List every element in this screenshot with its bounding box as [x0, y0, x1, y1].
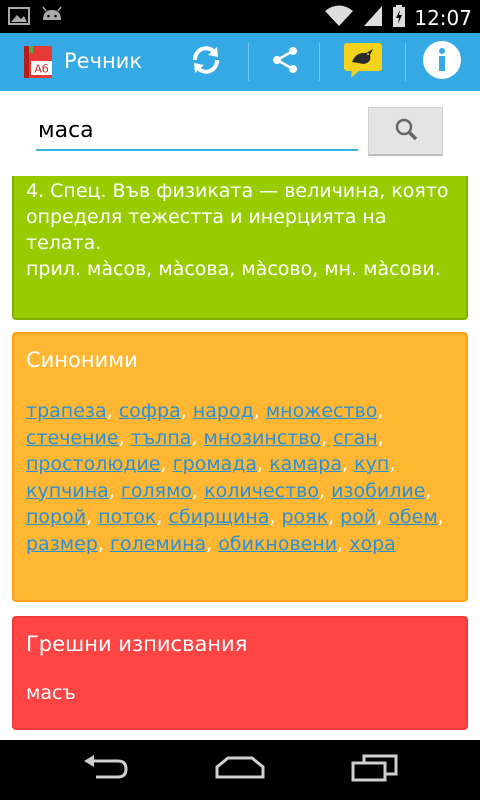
misspellings-card: Грешни изписвания масъ	[12, 616, 468, 730]
synonym-link[interactable]: поток	[98, 506, 156, 528]
refresh-button[interactable]	[174, 33, 238, 91]
search-input[interactable]	[36, 112, 360, 148]
synonym-separator: ,	[269, 506, 282, 528]
synonym-separator: ,	[192, 479, 205, 502]
recent-apps-icon	[350, 754, 398, 786]
synonym-separator: ,	[108, 479, 121, 502]
synonym-link[interactable]: мнозинство	[203, 427, 321, 449]
synonym-link[interactable]: размер	[26, 533, 98, 555]
recent-apps-button[interactable]	[334, 750, 414, 790]
bird-chat-button[interactable]	[331, 33, 395, 91]
synonyms-list: трапеза, софра, народ, множество, стечен…	[26, 398, 454, 557]
synonym-separator: ,	[156, 506, 169, 528]
synonym-link[interactable]: сган	[333, 427, 378, 449]
synonym-link[interactable]: стечение	[26, 427, 119, 449]
synonym-separator: ,	[253, 400, 266, 422]
synonym-separator: ,	[389, 453, 396, 475]
action-separator	[319, 43, 320, 81]
synonyms-title: Синоними	[26, 348, 138, 372]
synonym-link[interactable]: камара	[269, 453, 342, 475]
image-icon	[8, 6, 30, 30]
results-scroll[interactable]: 4. Спец. Във физиката — величина, която …	[0, 176, 480, 740]
clock: 12:07	[414, 6, 472, 30]
definition-forms: прил. мàсов, мàсова, мàсово, мн. мàсови.	[26, 258, 441, 280]
synonym-link[interactable]: големина	[110, 533, 206, 555]
synonym-separator: ,	[337, 532, 350, 555]
synonym-separator: ,	[425, 479, 432, 502]
battery-charging-icon	[392, 4, 406, 32]
info-icon	[421, 39, 463, 85]
search-button[interactable]	[368, 107, 443, 156]
search-underline	[36, 149, 358, 151]
synonym-separator: ,	[321, 426, 334, 449]
synonym-separator: ,	[376, 506, 389, 528]
synonym-link[interactable]: хора	[349, 533, 396, 555]
synonym-link[interactable]: громада	[173, 453, 257, 475]
synonym-separator: ,	[86, 506, 99, 528]
synonym-link[interactable]: обем	[388, 506, 437, 528]
refresh-icon	[189, 43, 223, 81]
home-icon	[214, 755, 266, 785]
wifi-icon	[324, 4, 354, 32]
synonym-link[interactable]: трапеза	[26, 400, 107, 422]
synonym-link[interactable]: множество	[266, 400, 378, 422]
definition-card: 4. Спец. Във физиката — величина, която …	[12, 176, 468, 320]
synonym-separator: ,	[342, 453, 355, 475]
synonym-link[interactable]: изобилие	[331, 480, 425, 502]
action-separator	[248, 43, 249, 81]
action-separator	[405, 43, 406, 81]
synonym-link[interactable]: количество	[204, 480, 319, 502]
misspellings-title: Грешни изписвания	[26, 632, 248, 656]
back-button[interactable]	[66, 750, 146, 790]
app-icon-text: Аб	[34, 63, 49, 76]
action-bar: Аб Речник	[0, 33, 480, 91]
synonym-link[interactable]: голямо	[121, 480, 192, 502]
synonym-link[interactable]: народ	[193, 400, 254, 422]
synonym-separator: ,	[206, 532, 219, 555]
synonym-link[interactable]: куп	[354, 453, 389, 475]
synonym-separator: ,	[377, 400, 384, 422]
android-icon	[40, 6, 64, 30]
synonym-separator: ,	[106, 400, 119, 422]
synonym-link[interactable]: порой	[26, 506, 86, 528]
home-button[interactable]	[200, 750, 280, 790]
signal-icon	[362, 4, 384, 32]
synonym-separator: ,	[191, 426, 204, 449]
status-bar: 12:07	[0, 0, 480, 33]
synonym-link[interactable]: софра	[119, 400, 181, 422]
navigation-bar	[0, 740, 480, 800]
info-button[interactable]	[410, 33, 474, 91]
app-title: Речник	[64, 49, 143, 73]
bird-chat-icon	[342, 40, 384, 84]
search-field[interactable]	[36, 112, 360, 152]
synonym-separator: ,	[97, 532, 110, 555]
synonym-link[interactable]: купчина	[26, 480, 109, 502]
synonyms-card: Синоними трапеза, софра, народ, множеств…	[12, 332, 468, 602]
synonym-separator: ,	[437, 506, 444, 528]
synonym-link[interactable]: сбирщина	[169, 506, 270, 528]
share-button[interactable]	[253, 33, 317, 91]
search-icon	[393, 116, 419, 146]
synonym-link[interactable]: простолюдие	[26, 453, 161, 475]
synonym-link[interactable]: рой	[340, 506, 376, 528]
app-icon[interactable]: Аб	[20, 44, 56, 80]
synonym-link[interactable]: тълпа	[131, 427, 192, 449]
synonym-separator: ,	[160, 453, 173, 475]
synonym-separator: ,	[180, 400, 193, 422]
back-icon	[82, 755, 130, 785]
definition-text: 4. Спец. Във физиката — величина, която …	[26, 180, 449, 254]
synonym-separator: ,	[118, 426, 131, 449]
synonym-separator: ,	[318, 479, 332, 502]
misspelling-item: масъ	[26, 682, 76, 704]
synonym-separator: ,	[377, 426, 384, 449]
share-icon	[269, 44, 301, 80]
synonym-link[interactable]: обикновени	[218, 533, 337, 555]
synonym-link[interactable]: рояк	[281, 506, 328, 528]
synonym-separator: ,	[257, 453, 270, 475]
synonym-separator: ,	[328, 506, 341, 528]
